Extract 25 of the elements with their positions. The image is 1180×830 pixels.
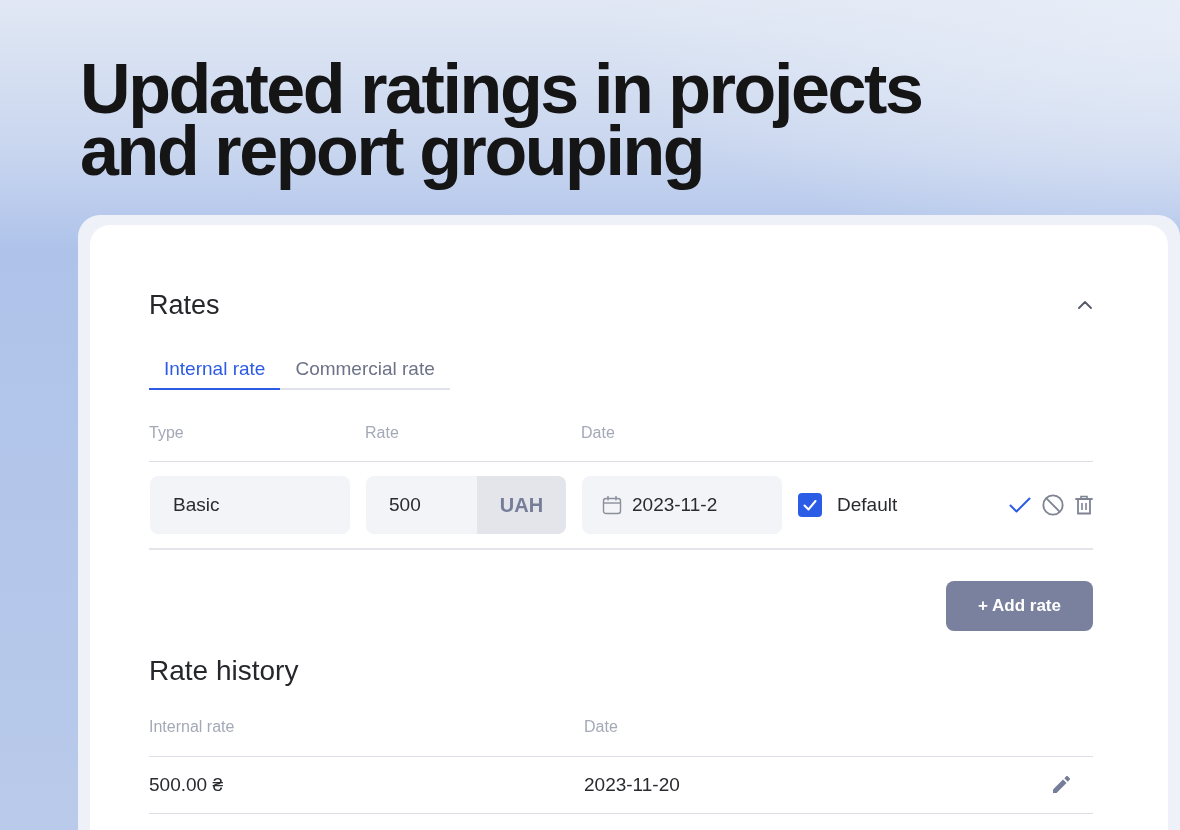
column-header: Date [581, 423, 616, 443]
column-header: Date [584, 717, 619, 737]
column-header: Rate [365, 423, 400, 443]
column-header: Type [149, 423, 185, 443]
tab[interactable]: Internal rate [149, 350, 281, 390]
trash-icon[interactable] [1075, 495, 1093, 515]
pencil-icon[interactable] [1052, 776, 1070, 794]
rate-field[interactable]: 500 [366, 476, 477, 534]
check-icon[interactable] [1009, 497, 1031, 513]
currency-addon[interactable]: UAH [477, 476, 566, 534]
section-title: Rate history [149, 655, 300, 687]
table-cell-text: 500.00 ₴ [149, 774, 224, 796]
table-cell-text: 2023-11-20 [584, 774, 681, 796]
date-field[interactable]: 2023-11-2 [582, 476, 782, 534]
section-title: Rates [149, 289, 220, 322]
default-checkbox[interactable] [798, 493, 822, 517]
add-rate-button[interactable]: + Add rate [946, 581, 1093, 631]
column-header: Internal rate [149, 717, 236, 737]
tab[interactable]: Commercial rate [280, 350, 450, 390]
cancel-icon[interactable] [1042, 494, 1064, 516]
default-label: Default [837, 494, 898, 516]
chevron-up-icon[interactable] [1078, 301, 1092, 309]
type-field[interactable]: Basic [150, 476, 350, 534]
calendar-icon [602, 495, 622, 515]
page-headline: Updated ratings in projects and report grouping [80, 50, 923, 192]
